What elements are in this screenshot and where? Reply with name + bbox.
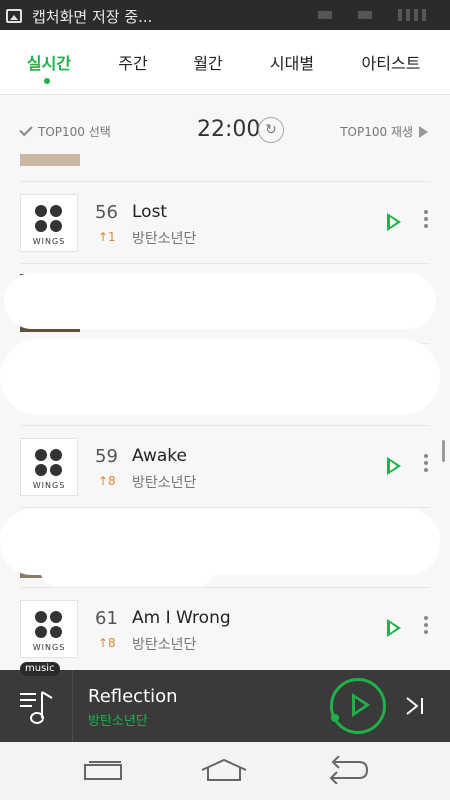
song-title: Awake — [132, 446, 187, 466]
song-artist: 방탄소년단 — [132, 637, 197, 653]
back-icon[interactable] — [325, 756, 369, 784]
album-art: WINGS — [20, 600, 78, 658]
check-icon — [19, 122, 33, 137]
rank-number: 59 — [95, 446, 118, 467]
mini-player[interactable]: Reflection 방탄소년단 — [0, 670, 450, 742]
notification-text: 캡처화면 저장 중... — [32, 8, 153, 26]
album-art: WINGS — [20, 194, 78, 252]
scroll-indicator[interactable] — [442, 440, 445, 462]
chart-list: WINGS 56 ↑1 Lost 방탄소년단 WINGS 59 ↑8 Awake… — [0, 153, 450, 670]
play-icon[interactable] — [387, 619, 401, 637]
play-all-icon — [419, 125, 428, 138]
recent-apps-icon[interactable] — [84, 760, 122, 780]
next-track-icon[interactable] — [404, 696, 426, 716]
play-icon[interactable] — [352, 693, 370, 717]
tab-by-era[interactable]: 시대별 — [262, 50, 322, 74]
more-icon[interactable] — [424, 616, 428, 636]
rank-change: ↑8 — [98, 474, 116, 488]
table-row[interactable]: WINGS 61 ↑8 Am I Wrong 방탄소년단 — [20, 587, 430, 668]
album-text: WINGS — [32, 643, 66, 652]
album-art — [20, 154, 80, 166]
status-icons — [318, 9, 426, 21]
now-playing-title: Reflection — [88, 686, 178, 707]
list-item[interactable] — [20, 153, 430, 168]
table-row[interactable]: WINGS 59 ↑8 Awake 방탄소년단 — [20, 425, 430, 506]
top100-select-label: TOP100 선택 — [38, 125, 111, 139]
more-icon[interactable] — [424, 210, 428, 230]
tab-monthly[interactable]: 월간 — [183, 50, 233, 74]
refresh-icon[interactable]: ↻ — [258, 117, 284, 143]
album-text: WINGS — [32, 481, 66, 490]
tab-artist[interactable]: 아티스트 — [354, 50, 428, 74]
song-artist: 방탄소년단 — [132, 475, 197, 491]
song-artist: 방탄소년단 — [132, 231, 197, 247]
top100-select-button[interactable]: TOP100 선택 — [19, 122, 111, 140]
chart-tabs: 실시간 주간 월간 시대별 아티스트 — [0, 30, 450, 95]
rank-number: 61 — [95, 608, 118, 629]
progress-dot — [331, 714, 339, 722]
song-title: Lost — [132, 202, 168, 222]
rank-change: ↑1 — [98, 230, 116, 244]
now-playing-artist: 방탄소년단 — [88, 714, 148, 729]
top100-play-button[interactable]: TOP100 재생 — [340, 123, 428, 140]
redaction-overlay — [40, 551, 214, 587]
music-badge: music — [20, 662, 60, 676]
album-text: WINGS — [32, 237, 66, 246]
image-icon — [6, 9, 22, 23]
album-art: WINGS — [20, 438, 78, 496]
chart-time: 22:00 — [197, 117, 261, 142]
music-note-icon[interactable] — [18, 688, 58, 726]
redaction-overlay — [0, 339, 440, 415]
top100-play-label: TOP100 재생 — [340, 125, 413, 139]
redaction-overlay — [4, 273, 436, 329]
song-title: Am I Wrong — [132, 608, 231, 628]
home-icon[interactable] — [200, 758, 248, 782]
tab-realtime[interactable]: 실시간 — [22, 50, 76, 74]
more-icon[interactable] — [424, 454, 428, 474]
status-bar: 캡처화면 저장 중... — [0, 0, 450, 30]
player-divider — [72, 670, 73, 742]
rank-change: ↑8 — [98, 636, 116, 650]
table-row[interactable]: WINGS 56 ↑1 Lost 방탄소년단 — [20, 181, 430, 262]
play-icon[interactable] — [387, 213, 401, 231]
play-icon[interactable] — [387, 457, 401, 475]
tab-weekly[interactable]: 주간 — [108, 50, 158, 74]
system-nav-bar — [0, 742, 450, 800]
chart-toolbar: TOP100 선택 22:00 ↻ TOP100 재생 — [0, 95, 450, 153]
active-tab-indicator — [44, 78, 50, 84]
rank-number: 56 — [95, 202, 118, 223]
